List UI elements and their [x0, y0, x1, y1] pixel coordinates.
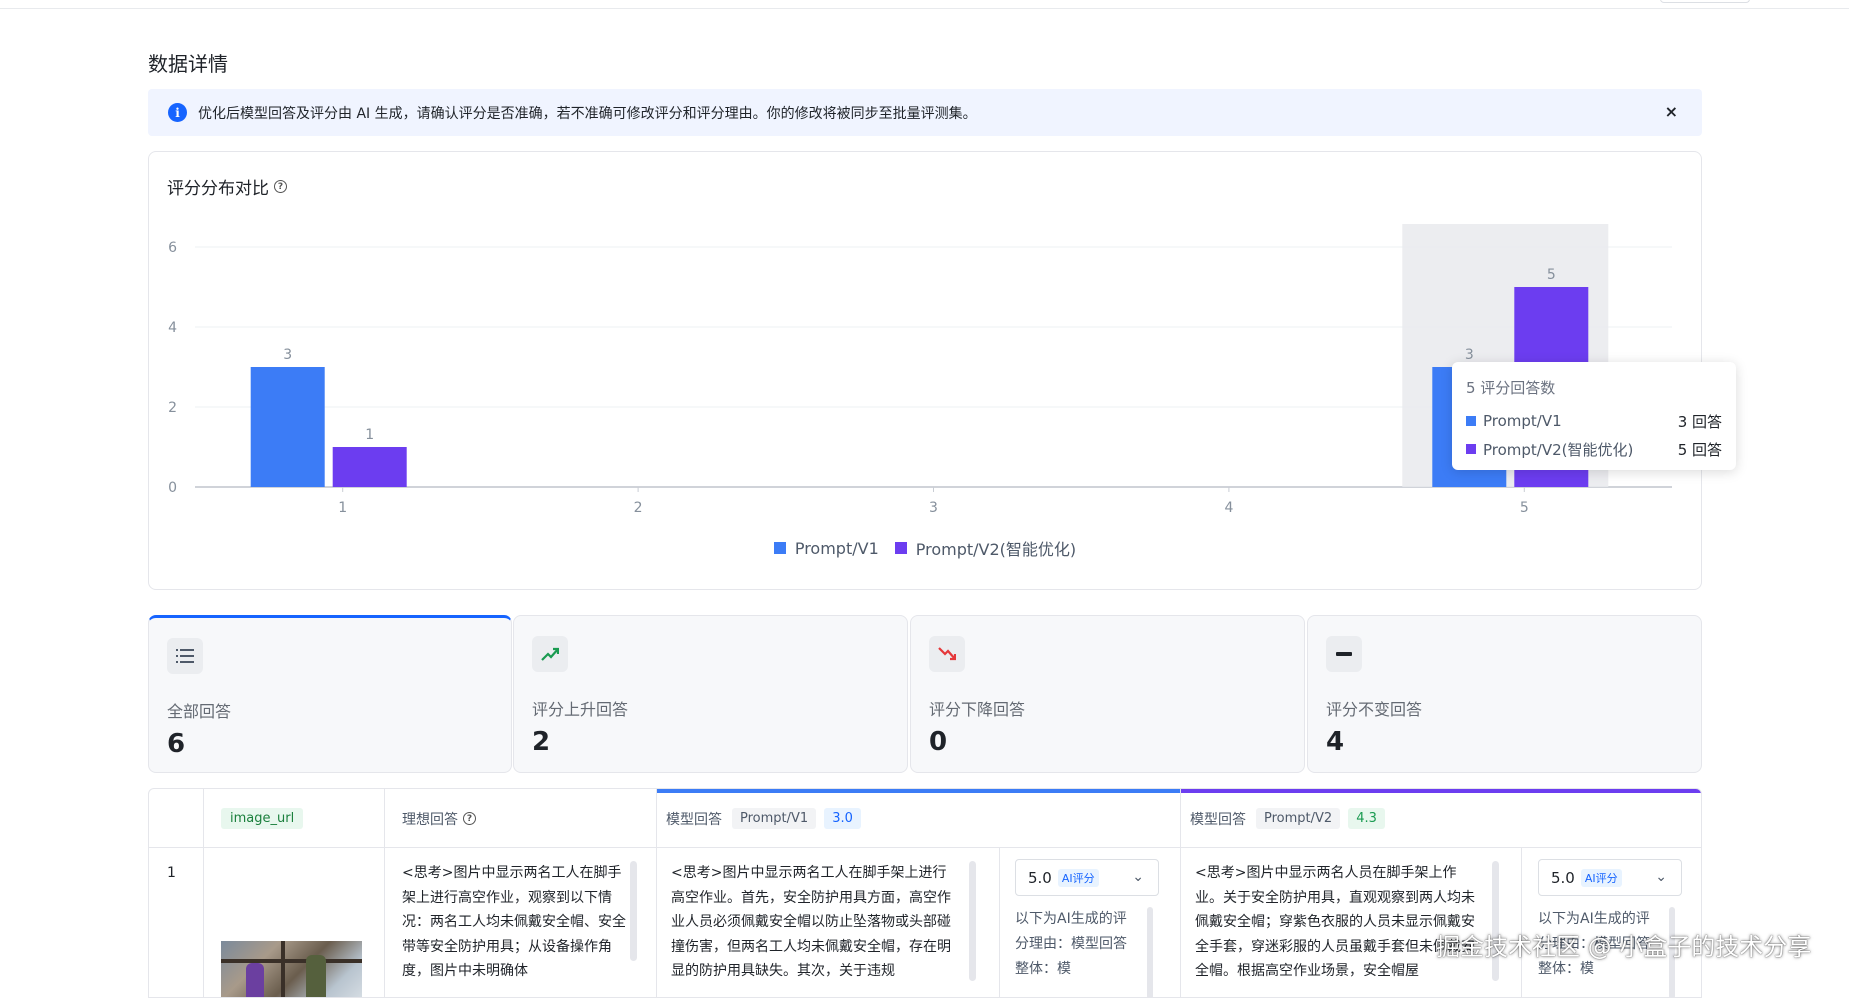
- alert-message: 优化后模型回答及评分由 AI 生成，请确认评分是否准确，若不准确可修改评分和评分…: [198, 105, 977, 122]
- tooltip-row: Prompt/V1 3 回答: [1466, 407, 1722, 435]
- score-value: 5.0: [1028, 868, 1052, 887]
- stat-card-same[interactable]: 评分不变回答 4: [1307, 615, 1702, 773]
- stat-card-down[interactable]: 评分下降回答 0: [910, 615, 1305, 773]
- worker-figure: [246, 963, 264, 997]
- x-tick-label: 3: [929, 500, 938, 516]
- x-tick-label: 4: [1224, 500, 1233, 516]
- stat-label: 评分下降回答: [929, 700, 1026, 719]
- v1-score-select[interactable]: 5.0 AI评分 ⌄: [1015, 859, 1159, 896]
- minus-icon: [1326, 636, 1362, 672]
- tooltip-title: 5 评分回答数: [1466, 379, 1556, 397]
- trend-up-icon: [532, 636, 568, 672]
- score-distribution-card: 评分分布对比 ? 0246131234535 5 评分回答数 Prompt/V1…: [148, 151, 1736, 590]
- header-model-v2: 模型回答 Prompt/V2 4.3: [1190, 789, 1385, 848]
- tooltip-swatch-v2: [1466, 444, 1476, 454]
- score-tag: 4.3: [1348, 808, 1385, 829]
- y-tick-label: 4: [168, 320, 177, 336]
- y-tick-label: 2: [168, 400, 177, 416]
- prompt-tag: Prompt/V2: [1256, 808, 1341, 829]
- chevron-down-icon: ⌄: [1132, 869, 1144, 885]
- y-tick-label: 0: [168, 480, 177, 496]
- info-alert: i 优化后模型回答及评分由 AI 生成，请确认评分是否准确，若不准确可修改评分和…: [148, 89, 1702, 136]
- bar-v2: [332, 447, 407, 487]
- scrollbar[interactable]: [969, 861, 976, 981]
- stat-label: 评分上升回答: [532, 700, 629, 719]
- scaffold-bar: [281, 941, 285, 997]
- v1-score-reason: 以下为AI生成的评分理由：模型回答整体：模: [1015, 911, 1127, 977]
- header-model-v1: 模型回答 Prompt/V1 3.0: [666, 789, 861, 848]
- trend-down-icon: [929, 636, 965, 672]
- y-tick-label: 6: [168, 240, 177, 256]
- stat-value: 4: [1326, 727, 1345, 757]
- worker-figure: [306, 955, 326, 997]
- chart-legend: Prompt/V1 Prompt/V2(智能优化): [149, 536, 1701, 560]
- prompt-tag: Prompt/V1: [732, 808, 817, 829]
- tooltip-swatch-v1: [1466, 416, 1476, 426]
- top-border: [0, 0, 1849, 9]
- x-tick-label: 2: [634, 500, 643, 516]
- data-label: 1: [365, 427, 374, 443]
- help-icon[interactable]: ?: [463, 812, 476, 825]
- x-tick-label: 5: [1520, 500, 1529, 516]
- results-table: image_url 理想回答 ? 模型回答 Prompt/V1 3.0 模型回答…: [148, 788, 1702, 998]
- v1-answer-text: <思考>图片中显示两名工人在脚手架上进行高空作业。首先，安全防护用具方面，高空作…: [671, 865, 951, 979]
- header-image-url: image_url: [221, 789, 304, 848]
- model-answer-label: 模型回答: [1190, 811, 1246, 828]
- top-button-edge[interactable]: [1660, 0, 1750, 3]
- scaffold-bar: [221, 959, 362, 963]
- tooltip-series-name: Prompt/V1: [1483, 412, 1562, 430]
- column-divider: [1521, 848, 1522, 997]
- legend-label: Prompt/V2(智能优化): [915, 540, 1077, 559]
- info-icon: i: [168, 103, 187, 122]
- page-title: 数据详情: [148, 52, 228, 76]
- ai-score-badge: AI评分: [1057, 868, 1099, 887]
- stat-value: 2: [532, 727, 551, 757]
- legend-item-v2[interactable]: Prompt/V2(智能优化): [894, 536, 1077, 560]
- tooltip-series-value: 5 回答: [1677, 440, 1722, 459]
- data-label: 3: [283, 347, 292, 363]
- tooltip-series-name: Prompt/V2(智能优化): [1483, 440, 1634, 459]
- ideal-answer-text: <思考>图片中显示两名工人在脚手架上进行高空作业，观察到以下情况：两名工人均未佩…: [402, 865, 626, 979]
- watermark: 掘金技术社区 @ 小盒子的技术分享: [1436, 933, 1812, 961]
- stat-label: 全部回答: [167, 702, 232, 721]
- legend-swatch: [894, 542, 907, 554]
- stat-label: 评分不变回答: [1326, 700, 1423, 719]
- column-divider: [999, 848, 1000, 997]
- score-tag: 3.0: [824, 808, 861, 829]
- close-icon[interactable]: ×: [1665, 102, 1678, 121]
- chart-tooltip: 5 评分回答数 Prompt/V1 3 回答 Prompt/V2(智能优化) 5…: [1452, 362, 1736, 470]
- stat-card-up[interactable]: 评分上升回答 2: [513, 615, 908, 773]
- header-ideal-answer: 理想回答 ?: [402, 789, 476, 848]
- data-label: 3: [1465, 347, 1474, 363]
- score-value: 5.0: [1551, 868, 1575, 887]
- legend-label: Prompt/V1: [794, 538, 879, 558]
- image-url-tag: image_url: [221, 808, 304, 829]
- stat-value: 0: [929, 727, 948, 757]
- row-index: 1: [167, 865, 176, 881]
- scrollbar[interactable]: [1147, 907, 1153, 997]
- data-label: 5: [1547, 267, 1556, 283]
- legend-swatch: [773, 542, 786, 554]
- scrollbar[interactable]: [630, 861, 637, 961]
- table-header-row: [149, 789, 1701, 848]
- bar-v1: [250, 367, 325, 487]
- legend-item-v1[interactable]: Prompt/V1: [773, 536, 879, 560]
- list-icon: [167, 638, 203, 674]
- stat-card-all[interactable]: 全部回答 6: [148, 615, 512, 773]
- x-tick-label: 1: [338, 500, 347, 516]
- row-image[interactable]: [221, 941, 362, 997]
- v2-score-select[interactable]: 5.0 AI评分 ⌄: [1538, 859, 1682, 896]
- ai-score-badge: AI评分: [1580, 868, 1622, 887]
- tooltip-row: Prompt/V2(智能优化) 5 回答: [1466, 435, 1722, 463]
- tooltip-series-value: 3 回答: [1677, 412, 1722, 431]
- model-answer-label: 模型回答: [666, 811, 722, 828]
- ideal-answer-label: 理想回答: [402, 811, 458, 828]
- scrollbar[interactable]: [1492, 861, 1499, 981]
- chevron-down-icon: ⌄: [1655, 869, 1667, 885]
- stat-value: 6: [167, 729, 186, 759]
